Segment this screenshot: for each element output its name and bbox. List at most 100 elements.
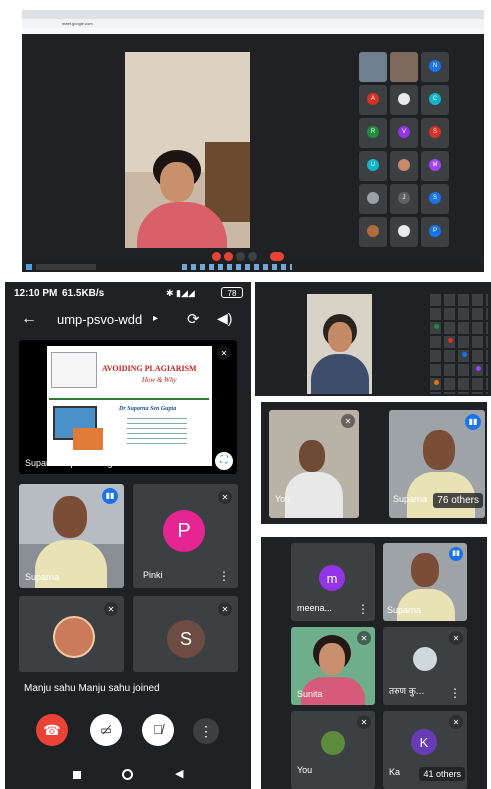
end-call-button[interactable]: ☎ <box>36 714 68 746</box>
participant-tile-manju[interactable]: ✕ <box>19 596 124 672</box>
browser-address-bar[interactable]: meet.google.com <box>22 19 484 28</box>
avatar-pinki: P <box>163 510 205 552</box>
speaker-icon[interactable]: ◀) <box>217 310 232 327</box>
avatar-you <box>321 731 345 755</box>
tile-name-hindi: तरुण कु... <box>389 687 425 697</box>
suparna-head <box>53 496 87 538</box>
muted-mic-icon: ✕ <box>341 414 355 428</box>
fullscreen-icon[interactable]: ⛶ <box>215 452 233 470</box>
muted-mic-icon: ✕ <box>218 602 232 616</box>
muted-mic-icon: ✕ <box>357 715 371 729</box>
muted-mic-icon: ✕ <box>357 631 371 645</box>
grid-dot <box>434 380 439 385</box>
lady-face <box>328 322 352 352</box>
grid-tile: P <box>421 217 449 247</box>
phone2-tile-suparna[interactable]: ▮▮ Suparna 76 others <box>389 410 485 518</box>
grid-tile: M <box>421 151 449 181</box>
meeting-code[interactable]: ump-psvo-wdd <box>57 312 142 327</box>
desktop-screenshot: meet.google.com N A C R V S U M J S P <box>0 0 491 278</box>
more-vert-icon[interactable]: ⋮ <box>218 570 230 582</box>
slide-header-graphic <box>51 352 97 388</box>
status-bar: 12:10 PM 61.5KB/s ✱ ▮◢◢ 78 <box>5 282 251 304</box>
muted-mic-icon: ✕ <box>449 715 463 729</box>
lady-saree <box>311 354 369 394</box>
signal-icons: ✱ ▮◢◢ <box>166 288 195 298</box>
more-vert-icon[interactable]: ⋮ <box>357 603 369 615</box>
tile-name-you: You <box>275 494 291 504</box>
grid-tile <box>390 52 418 82</box>
grid-tile <box>359 217 387 247</box>
avatar-meena: m <box>319 565 345 591</box>
switch-camera-icon[interactable]: ⟳ <box>187 310 200 328</box>
tile-name-ka: Ka <box>389 767 401 777</box>
desktop-present-button[interactable] <box>248 252 257 261</box>
desktop-call-controls <box>212 252 288 262</box>
grid-tile: C <box>421 85 449 115</box>
grid-tile <box>390 151 418 181</box>
laptop-screenshot <box>255 282 491 396</box>
phone3-tile-sunita[interactable]: ✕ Sunita <box>291 627 375 705</box>
desktop-end-call-button[interactable] <box>270 252 284 261</box>
join-message: Manju sahu Manju sahu joined <box>24 683 160 694</box>
you-shirt <box>285 472 343 518</box>
participant-tile-s[interactable]: ✕ S <box>133 596 238 672</box>
presentation-tile: AVOIDING PLAGIARISM How & Why Dr Suparna… <box>19 340 237 474</box>
tile-name-pinki: Pinki <box>143 570 163 580</box>
desktop-camera-button[interactable] <box>224 252 233 261</box>
grid-tile <box>359 184 387 214</box>
others-chip[interactable]: 76 others <box>433 493 483 508</box>
android-nav-bar: ◀ <box>5 762 251 789</box>
phone2-tile-you[interactable]: ✕ You <box>269 410 359 518</box>
muted-mic-icon: ✕ <box>217 346 231 360</box>
tile-name-meena: meena... <box>297 603 333 613</box>
avatar-photo <box>53 616 95 658</box>
recents-icon[interactable] <box>73 771 81 779</box>
phone3-tile-you[interactable]: ✕ You <box>291 711 375 789</box>
grid-dot <box>448 338 453 343</box>
slide-subtitle: How & Why <box>142 376 177 384</box>
grid-tile: U <box>359 151 387 181</box>
chevron-right-icon[interactable]: ▸ <box>153 313 158 324</box>
slide: AVOIDING PLAGIARISM How & Why Dr Suparna… <box>47 346 212 466</box>
audio-indicator-icon: ▮▮ <box>465 414 481 430</box>
grid-tile <box>359 52 387 82</box>
mic-off-button[interactable]: 🎙̸ <box>142 714 174 746</box>
participant-tile-suparna[interactable]: ▮▮ Suparna <box>19 484 124 588</box>
avatar-k: K <box>411 729 437 755</box>
phone3-tile-ka[interactable]: ✕ K Ka 41 others <box>383 711 467 789</box>
status-time: 12:10 PM <box>14 288 58 299</box>
desktop-cc-button[interactable] <box>236 252 245 261</box>
grid-dot <box>434 324 439 329</box>
camera-off-button[interactable]: ▭̸ <box>90 714 122 746</box>
main-speaker-video <box>125 52 250 248</box>
muted-mic-icon: ✕ <box>218 490 232 504</box>
phone3-tile-hindi[interactable]: ✕ तरुण कु... ⋮ <box>383 627 467 705</box>
participant-tile-pinki[interactable]: ✕ P Pinki ⋮ <box>133 484 238 588</box>
tile-name-sunita: Sunita <box>297 689 323 699</box>
start-icon[interactable] <box>26 264 32 270</box>
avatar-photo <box>413 647 437 671</box>
desktop-mic-button[interactable] <box>212 252 221 261</box>
tile-name-you3: You <box>297 765 313 775</box>
more-vert-icon[interactable]: ⋮ <box>449 687 461 699</box>
slide-contact-lines <box>127 418 187 448</box>
back-icon[interactable]: ◀ <box>175 767 183 780</box>
phone3-tile-suparna[interactable]: ▮▮ Suparna <box>383 543 467 621</box>
back-arrow-icon[interactable]: ← <box>21 310 37 328</box>
tile-name-suparna3: Suparna <box>387 605 422 615</box>
slide-title: AVOIDING PLAGIARISM <box>102 364 197 373</box>
status-speed: 61.5KB/s <box>62 288 105 299</box>
others-chip[interactable]: 41 others <box>419 767 465 781</box>
slide-author: Dr Suparna Sen Gupta <box>119 406 177 412</box>
home-icon[interactable] <box>122 769 133 780</box>
more-options-button[interactable]: ⋮ <box>193 718 219 744</box>
grid-tile: N <box>421 52 449 82</box>
phone2-bg: ✕ You ▮▮ Suparna 76 others <box>261 402 487 524</box>
phone3-tile-meena[interactable]: m meena... ⋮ <box>291 543 375 621</box>
tile-name-suparna2: Suparna <box>393 494 428 504</box>
taskbar-search[interactable] <box>36 264 96 270</box>
you-head <box>299 440 325 472</box>
address-url: meet.google.com <box>62 21 93 26</box>
meet-desktop-area: N A C R V S U M J S P <box>22 34 484 262</box>
grid-tile <box>390 85 418 115</box>
